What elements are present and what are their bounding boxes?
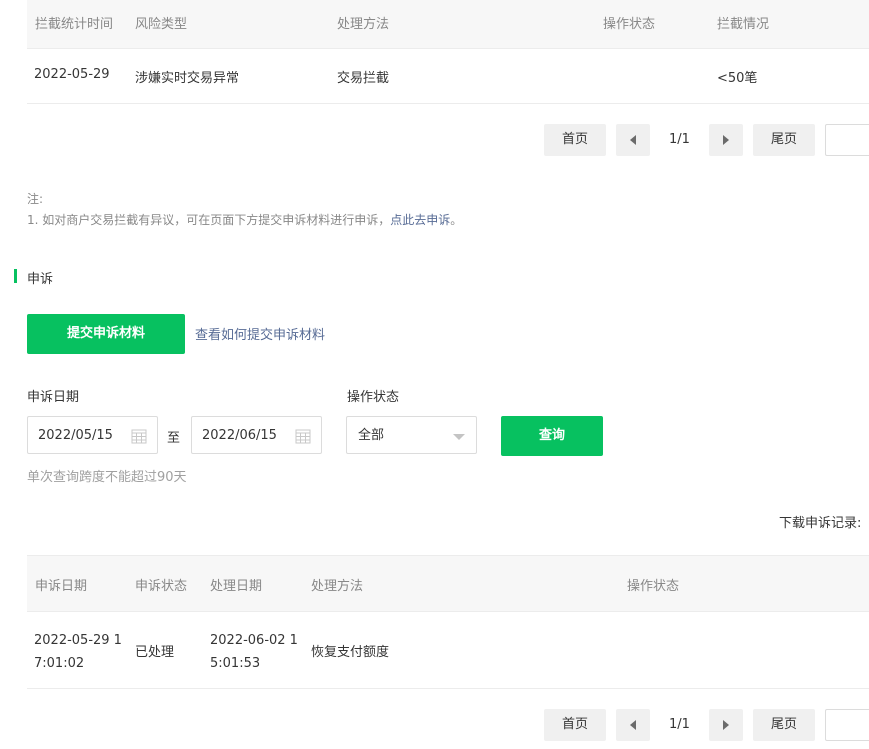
cell-handle-date-line2: 5:01:53 <box>210 656 261 671</box>
section-marker <box>14 269 17 283</box>
header-handle-method: 处理方法 <box>311 579 364 594</box>
calendar-icon <box>131 429 147 444</box>
page-indicator: 1/1 <box>669 132 690 147</box>
query-hint: 单次查询跨度不能超过90天 <box>27 470 187 485</box>
status-label: 操作状态 <box>347 390 400 405</box>
table-row: 2022-05-29 涉嫌实时交易异常 交易拦截 <50笔 <box>27 49 869 103</box>
header-op-status: 操作状态 <box>627 579 680 594</box>
cell-appeal-date-line2: 7:01:02 <box>34 656 85 671</box>
start-date-input[interactable]: 2022/05/15 <box>27 416 158 454</box>
status-select-value: 全部 <box>358 428 385 443</box>
date-range-separator: 至 <box>167 431 181 446</box>
cell-appeal-date-line1: 2022-05-29 1 <box>34 633 122 648</box>
last-page-button[interactable]: 尾页 <box>753 709 815 741</box>
page-indicator: 1/1 <box>669 717 690 732</box>
cell-intercept-status: <50笔 <box>717 71 758 86</box>
prev-page-button[interactable] <box>616 709 650 741</box>
row-divider <box>27 103 869 104</box>
next-page-button[interactable] <box>709 709 743 741</box>
table-row: 2022-05-29 1 7:01:02 已处理 2022-06-02 1 5:… <box>27 612 869 688</box>
end-date-input[interactable]: 2022/06/15 <box>191 416 322 454</box>
cell-handle-method: 恢复支付额度 <box>311 645 390 660</box>
cell-handle-date: 2022-06-02 1 5:01:53 <box>210 629 298 675</box>
first-page-button[interactable]: 首页 <box>544 124 606 156</box>
last-page-button[interactable]: 尾页 <box>753 124 815 156</box>
calendar-icon <box>295 429 311 444</box>
note-title: 注: <box>27 192 44 206</box>
page-jump-input[interactable] <box>825 709 869 741</box>
status-select[interactable]: 全部 <box>346 416 477 454</box>
note-line: 1. 如对商户交易拦截有异议，可在页面下方提交申诉材料进行申诉，点此去申诉。 <box>27 211 462 228</box>
row-divider <box>27 688 869 689</box>
header-intercept-time: 拦截统计时间 <box>35 17 114 32</box>
submit-appeal-button[interactable]: 提交申诉材料 <box>27 314 185 354</box>
first-page-button[interactable]: 首页 <box>544 709 606 741</box>
chevron-right-icon <box>723 720 729 730</box>
cell-appeal-status: 已处理 <box>135 645 175 660</box>
next-page-button[interactable] <box>709 124 743 156</box>
query-button[interactable]: 查询 <box>501 416 603 456</box>
header-appeal-date: 申诉日期 <box>35 579 88 594</box>
cell-handle-date-line1: 2022-06-02 1 <box>210 633 298 648</box>
start-date-value: 2022/05/15 <box>38 428 113 443</box>
header-intercept-status: 拦截情况 <box>717 17 770 32</box>
caret-down-icon <box>453 434 465 440</box>
cell-handle-method: 交易拦截 <box>337 71 390 86</box>
cell-risk-type: 涉嫌实时交易异常 <box>135 71 240 86</box>
chevron-left-icon <box>630 720 636 730</box>
end-date-value: 2022/06/15 <box>202 428 277 443</box>
header-appeal-status: 申诉状态 <box>135 579 188 594</box>
header-op-status: 操作状态 <box>603 17 656 32</box>
note-text: 1. 如对商户交易拦截有异议，可在页面下方提交申诉材料进行申诉， <box>27 213 391 227</box>
section-title: 申诉 <box>27 272 54 287</box>
date-label: 申诉日期 <box>27 390 80 405</box>
chevron-right-icon <box>723 135 729 145</box>
cell-appeal-date: 2022-05-29 1 7:01:02 <box>34 629 122 675</box>
page-jump-input[interactable] <box>825 124 869 156</box>
header-risk-type: 风险类型 <box>135 17 188 32</box>
header-handle-method: 处理方法 <box>337 17 390 32</box>
header-handle-date: 处理日期 <box>210 579 263 594</box>
cell-intercept-time: 2022-05-29 <box>34 67 110 82</box>
prev-page-button[interactable] <box>616 124 650 156</box>
how-to-submit-link[interactable]: 查看如何提交申诉材料 <box>195 324 325 343</box>
chevron-left-icon <box>630 135 636 145</box>
note-suffix: 。 <box>450 213 463 227</box>
appeal-link[interactable]: 点此去申诉 <box>390 213 450 227</box>
download-records-label[interactable]: 下载申诉记录: <box>779 512 861 531</box>
